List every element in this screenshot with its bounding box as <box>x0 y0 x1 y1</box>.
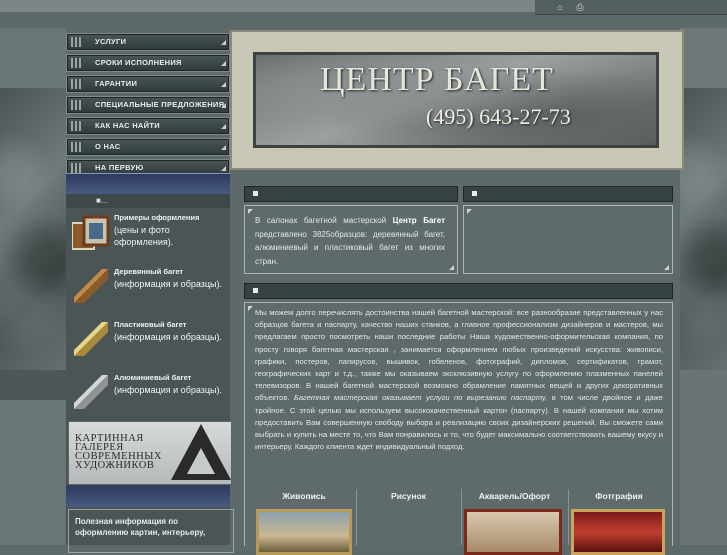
gallery-banner[interactable]: КАРТИННАЯ ГАЛЕРЕЯ СОВРЕМЕННЫХ ХУДОЖНИКОВ <box>68 421 232 485</box>
corner-mark <box>664 265 669 270</box>
corner-mark <box>467 209 472 214</box>
category-watercolor[interactable]: Акварель/Офорт <box>461 489 567 555</box>
corner-arrow-icon <box>221 166 226 171</box>
card-subtitle: (цены и фото оформления). <box>114 225 174 247</box>
header-banner[interactable]: ЦЕНТР БАГЕТ (495) 643-27-73 <box>230 30 684 170</box>
gallery-title: КАРТИННАЯ ГАЛЕРЕЯ СОВРЕМЕННЫХ ХУДОЖНИКОВ <box>75 433 162 471</box>
card-subtitle: (информация и образцы). <box>114 385 223 395</box>
card-wood[interactable]: Деревянный багет (информация и образцы). <box>66 263 230 315</box>
left-header-bar-2 <box>66 485 230 507</box>
card-title: Деревянный багет <box>114 267 184 276</box>
card-plastic[interactable]: Пластиковый багет (информация и образцы)… <box>66 316 230 368</box>
corner-arrow-icon <box>221 103 226 108</box>
category-photo[interactable]: Фотграфия <box>568 489 669 555</box>
menu-grid-icon <box>71 163 83 173</box>
card-subtitle: (информация и образцы). <box>114 279 223 289</box>
menu-grid-icon <box>71 58 83 68</box>
menu-item-about[interactable]: О НАС <box>66 138 230 156</box>
menu-item-uslugi[interactable]: УСЛУГИ <box>66 33 230 51</box>
left-header-bar <box>66 173 230 194</box>
useful-info-box[interactable]: Полезная информация по оформлению картин… <box>68 509 234 553</box>
bullet-icon <box>472 191 477 196</box>
left-subheader: ■... <box>66 194 230 208</box>
side-header <box>463 186 673 202</box>
banner-stone-panel: ЦЕНТР БАГЕТ (495) 643-27-73 <box>253 52 659 148</box>
right-background-low <box>680 370 727 545</box>
menu-item-find-us[interactable]: КАК НАС НАЙТИ <box>66 117 230 135</box>
category-row: Живопись Рисунок Акварель/Офорт Фотграфи… <box>254 489 669 555</box>
corner-mark <box>248 209 253 214</box>
corner-arrow-icon <box>221 124 226 129</box>
corner-arrow-icon <box>221 61 226 66</box>
card-title: Алюминиевый багет <box>114 373 192 382</box>
top-icon-bar: ⌂ ⎙ <box>535 0 727 15</box>
main-text: Мы можем долго перечислять достоинства н… <box>255 308 663 452</box>
menu-grid-icon <box>71 37 83 47</box>
gallery-logo-inner <box>187 448 215 474</box>
card-title: Примеры оформления <box>114 213 200 222</box>
left-column: ■... Примеры оформления (цены и фото офо… <box>66 173 234 553</box>
right-stone-texture <box>680 88 727 370</box>
print-icon[interactable]: ⎙ <box>575 2 585 12</box>
card-subtitle: (информация и образцы). <box>114 332 223 342</box>
card-examples[interactable]: Примеры оформления (цены и фото оформлен… <box>66 209 230 261</box>
menu-grid-icon <box>71 142 83 152</box>
intro-panel: В салонах багетной мастерской Центр Баге… <box>244 205 458 274</box>
category-drawing[interactable]: Рисунок <box>356 489 460 545</box>
corner-arrow-icon <box>221 145 226 150</box>
bullet-icon <box>253 288 258 293</box>
corner-mark <box>248 306 253 311</box>
banner-phone: (495) 643-27-73 <box>426 104 571 129</box>
intro-header <box>244 186 458 202</box>
frames-collage-icon <box>72 215 110 250</box>
menu-grid-icon <box>71 100 83 110</box>
card-aluminum[interactable]: Алюминиевый багет (информация и образцы)… <box>66 369 230 421</box>
intro-text: В салонах багетной мастерской Центр Баге… <box>255 216 445 266</box>
menu-grid-icon <box>71 121 83 131</box>
menu-grid-icon <box>71 79 83 89</box>
corner-mark <box>449 265 454 270</box>
painting-thumbnail <box>256 509 352 555</box>
menu-item-special[interactable]: СПЕЦИАЛЬНЫЕ ПРЕДЛОЖЕНИЯ <box>66 96 230 114</box>
corner-arrow-icon <box>221 82 226 87</box>
corner-arrow-icon <box>221 40 226 45</box>
wood-frame-icon <box>74 269 108 303</box>
plastic-frame-icon <box>74 322 108 356</box>
photo-thumbnail <box>571 509 665 555</box>
side-panel <box>463 205 673 274</box>
category-painting[interactable]: Живопись <box>254 489 354 555</box>
menu-item-garantii[interactable]: ГАРАНТИИ <box>66 75 230 93</box>
left-band <box>0 370 66 400</box>
banner-title: ЦЕНТР БАГЕТ <box>320 61 554 98</box>
menu-item-sroki[interactable]: СРОКИ ИСПОЛНЕНИЯ <box>66 54 230 72</box>
aluminum-frame-icon <box>74 375 108 409</box>
card-title: Пластиковый багет <box>114 320 187 329</box>
home-icon[interactable]: ⌂ <box>555 2 565 12</box>
right-background <box>680 28 727 88</box>
left-stone-texture <box>0 88 66 370</box>
watercolor-thumbnail <box>464 509 562 555</box>
main-menu: УСЛУГИ СРОКИ ИСПОЛНЕНИЯ ГАРАНТИИ СПЕЦИАЛ… <box>66 33 230 180</box>
bullet-icon <box>253 191 258 196</box>
main-header <box>244 283 673 299</box>
